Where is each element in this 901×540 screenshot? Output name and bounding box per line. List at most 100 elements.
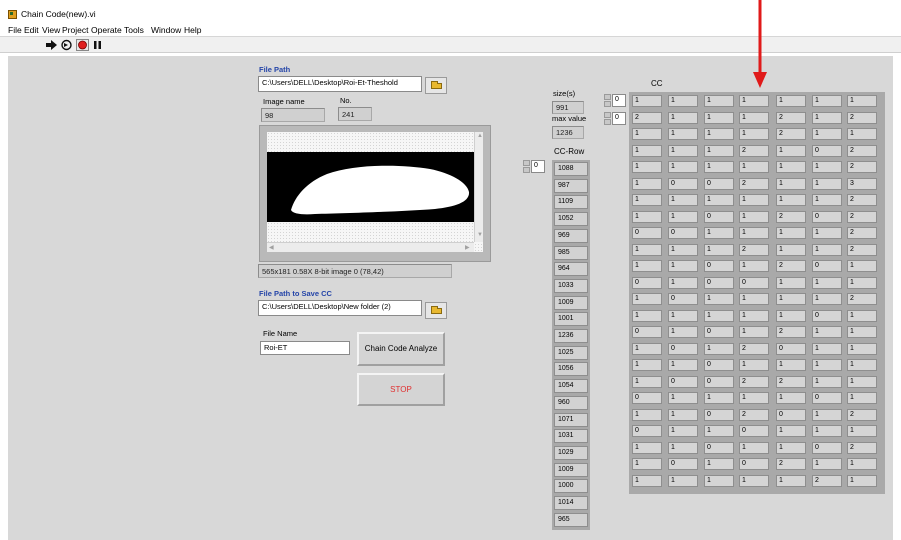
cc-row-index-field[interactable]: 0 [612, 94, 626, 107]
cc-cell: 1 [812, 293, 842, 305]
cc-cell: 0 [704, 210, 734, 223]
cc-cell: 1 [812, 342, 842, 355]
cc-row-index-input[interactable]: 0 [531, 160, 545, 173]
save-path-label: File Path to Save CC [259, 289, 332, 298]
run-arrow-icon[interactable] [45, 39, 58, 51]
cc-cell: 1 [739, 309, 769, 322]
cc-col-index-stepper[interactable] [604, 112, 611, 125]
cc-cell: 2 [739, 375, 769, 388]
cc-cell: 0 [812, 210, 842, 223]
cc-cell: 0 [739, 425, 769, 437]
increment-icon[interactable] [604, 94, 611, 100]
cc-row-index-stepper[interactable] [523, 160, 530, 173]
cc-cell: 1 [776, 392, 806, 404]
cc-cell: 1 [739, 392, 769, 404]
cc-cell: 1 [632, 95, 662, 107]
cc-cell: 0 [668, 293, 698, 305]
cc-cell: 3 [847, 177, 877, 190]
cc-cell: 2 [847, 441, 877, 454]
cc-cell: 1 [632, 408, 662, 421]
scroll-down-icon[interactable]: ▼ [477, 232, 483, 238]
menu-view[interactable]: View [42, 25, 60, 35]
cc-cell: 1 [776, 177, 806, 190]
file-path-input[interactable]: C:\Users\DELL\Desktop\Roi-Et-Theshold [258, 76, 422, 92]
pause-icon[interactable] [91, 39, 104, 51]
run-continuously-icon[interactable] [60, 39, 73, 51]
cc-cell: 1 [847, 392, 877, 404]
cc-cell: 0 [739, 276, 769, 289]
cc-row-array: 1088 987 1109 1052 969 985 964 1033 1009 1001 1236… [552, 160, 590, 530]
cc-row-cell: 1009 [554, 295, 588, 310]
cc-cell: 0 [704, 359, 734, 371]
scroll-right-icon[interactable]: ▶ [465, 244, 470, 251]
decrement-icon[interactable] [523, 167, 530, 173]
cc-cell: 1 [847, 342, 877, 355]
menu-help[interactable]: Help [184, 25, 201, 35]
image-horizontal-scrollbar[interactable]: ◀ ▶ [267, 242, 474, 252]
cc-cell: 1 [632, 441, 662, 454]
menu-tools[interactable]: Tools [124, 25, 144, 35]
scroll-up-icon[interactable]: ▲ [477, 133, 483, 139]
image-name-value: 98 [261, 108, 325, 122]
cc-cell: 1 [668, 210, 698, 223]
cc-cell: 1 [847, 458, 877, 470]
cc-cell: 0 [704, 260, 734, 272]
decrement-icon[interactable] [604, 101, 611, 107]
cc-cell: 1 [847, 128, 877, 140]
menu-file[interactable]: File [8, 25, 22, 35]
file-path-browse-button[interactable] [425, 77, 447, 94]
decrement-icon[interactable] [604, 119, 611, 125]
save-path-browse-button[interactable] [425, 302, 447, 319]
cc-cell: 1 [739, 161, 769, 173]
scroll-left-icon[interactable]: ◀ [269, 244, 274, 251]
increment-icon[interactable] [523, 160, 530, 166]
save-path-input[interactable]: C:\Users\DELL\Desktop\New folder (2) [258, 300, 422, 316]
cc-row-cell: 969 [554, 228, 588, 243]
cc-cell: 1 [632, 128, 662, 140]
cc-row-label: CC-Row [554, 147, 585, 156]
cc-cell: 2 [632, 111, 662, 124]
file-name-input[interactable]: Roi-ET [260, 341, 350, 355]
image-display[interactable]: ▲ ▼ ◀ ▶ [267, 132, 483, 252]
image-vertical-scrollbar[interactable]: ▲ ▼ [474, 132, 483, 242]
cc-cell: 1 [847, 309, 877, 322]
max-value-label: max value [552, 114, 587, 123]
menu-operate[interactable]: Operate [91, 25, 122, 35]
cc-cell: 0 [632, 227, 662, 239]
cc-cell: 1 [812, 458, 842, 470]
cc-row-index-stepper-2d[interactable] [604, 94, 611, 107]
menu-project[interactable]: Project [62, 25, 88, 35]
cc-cell: 1 [812, 128, 842, 140]
cc-cell: 1 [632, 458, 662, 470]
cc-cell: 1 [704, 227, 734, 239]
stop-button[interactable]: STOP [357, 373, 445, 406]
chain-code-analyze-button[interactable]: Chain Code Analyze [357, 332, 445, 366]
abort-icon[interactable] [76, 39, 89, 51]
cc-cell: 1 [847, 375, 877, 388]
cc-cell: 1 [668, 441, 698, 454]
cc-cell: 1 [668, 359, 698, 371]
cc-col-index-field[interactable]: 0 [612, 112, 626, 125]
cc-cell: 1 [668, 260, 698, 272]
cc-cell: 2 [847, 408, 877, 421]
cc-cell: 1 [704, 425, 734, 437]
cc-cell: 0 [812, 144, 842, 157]
cc-cell: 1 [668, 95, 698, 107]
cc-cell: 0 [668, 227, 698, 239]
cc-cell: 1 [776, 441, 806, 454]
cc-cell: 1 [812, 194, 842, 206]
cc-cell: 1 [812, 177, 842, 190]
cc-cell: 1 [776, 293, 806, 305]
cc-row-cell: 1000 [554, 479, 588, 494]
cc-cell: 1 [812, 161, 842, 173]
cc-cell: 1 [812, 111, 842, 124]
cc-cell: 1 [668, 425, 698, 437]
menu-edit[interactable]: Edit [24, 25, 39, 35]
cc-row-cell: 1236 [554, 329, 588, 343]
cc-cell: 0 [812, 441, 842, 454]
cc-cell: 1 [632, 161, 662, 173]
cc-cell: 1 [847, 95, 877, 107]
menu-window[interactable]: Window [151, 25, 181, 35]
increment-icon[interactable] [604, 112, 611, 118]
cc-cell: 1 [704, 474, 734, 487]
